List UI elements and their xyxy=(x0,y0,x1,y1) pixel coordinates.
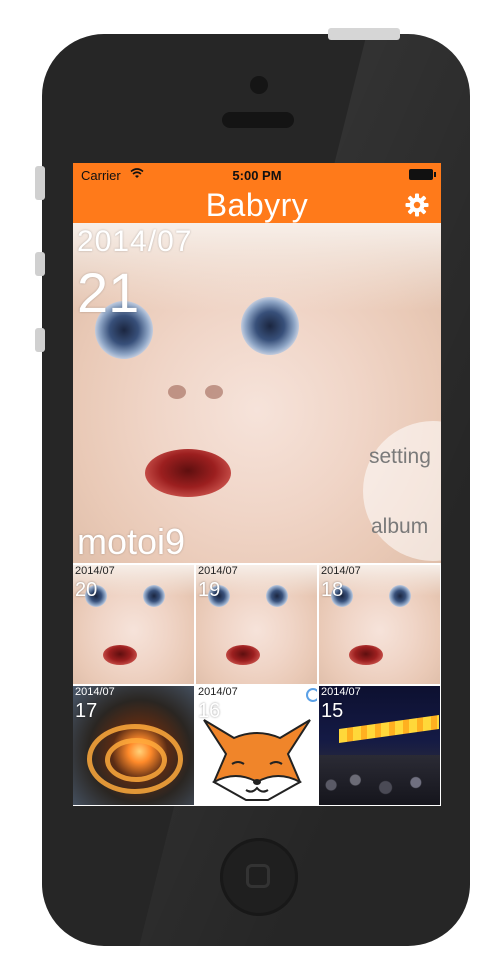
app-title: Babyry xyxy=(205,187,309,223)
featured-month: 2014/07 xyxy=(77,225,193,258)
photo-mouth xyxy=(145,449,231,497)
photo-eye-right xyxy=(241,297,299,355)
app-screen: Carrier 5:00 PM Babyry 2014/07 21 motoi9… xyxy=(73,163,441,806)
volume-down-button xyxy=(35,328,45,352)
power-button xyxy=(328,28,400,40)
thumbnail-day: 18 xyxy=(321,579,344,601)
thumbnail-day-15[interactable]: 2014/07 15 xyxy=(319,686,440,805)
battery-icon xyxy=(409,169,436,180)
thumbnail-month: 2014/07 xyxy=(75,565,115,577)
thumbnail-day-20[interactable]: 2014/07 20 xyxy=(73,565,194,684)
featured-day: 21 xyxy=(77,261,140,324)
thumbnail-day: 15 xyxy=(321,700,344,722)
status-time: 5:00 PM xyxy=(232,168,282,183)
earpiece-speaker xyxy=(222,112,294,128)
thumbnail-day-19[interactable]: 2014/07 19 xyxy=(196,565,317,684)
thumbnail-day: 16 xyxy=(198,700,221,722)
thumbnail-month: 2014/07 xyxy=(321,565,361,577)
thumbnail-month: 2014/07 xyxy=(198,565,238,577)
volume-up-button xyxy=(35,252,45,276)
thumbnail-day-17[interactable]: 2014/07 17 xyxy=(73,686,194,805)
thumbnail-month: 2014/07 xyxy=(321,686,361,698)
gear-icon[interactable] xyxy=(405,193,429,217)
front-camera xyxy=(250,76,268,94)
thumbnail-day-18[interactable]: 2014/07 18 xyxy=(319,565,440,684)
thumbnail-day: 20 xyxy=(75,579,98,601)
mute-switch xyxy=(35,166,45,200)
thumbnail-month: 2014/07 xyxy=(75,686,115,698)
thumbnail-day: 17 xyxy=(75,700,98,722)
thumbnail-month: 2014/07 xyxy=(198,686,238,698)
nav-bar: Babyry xyxy=(73,187,441,223)
setting-link[interactable]: setting xyxy=(369,445,431,469)
home-button-icon xyxy=(246,864,270,888)
thumbnail-day: 19 xyxy=(198,579,221,601)
featured-username: motoi9 xyxy=(77,521,186,562)
thumbnail-day-16[interactable]: 2014/07 16 xyxy=(196,686,317,805)
album-link[interactable]: album xyxy=(371,515,428,539)
status-bar: Carrier 5:00 PM xyxy=(73,163,441,187)
